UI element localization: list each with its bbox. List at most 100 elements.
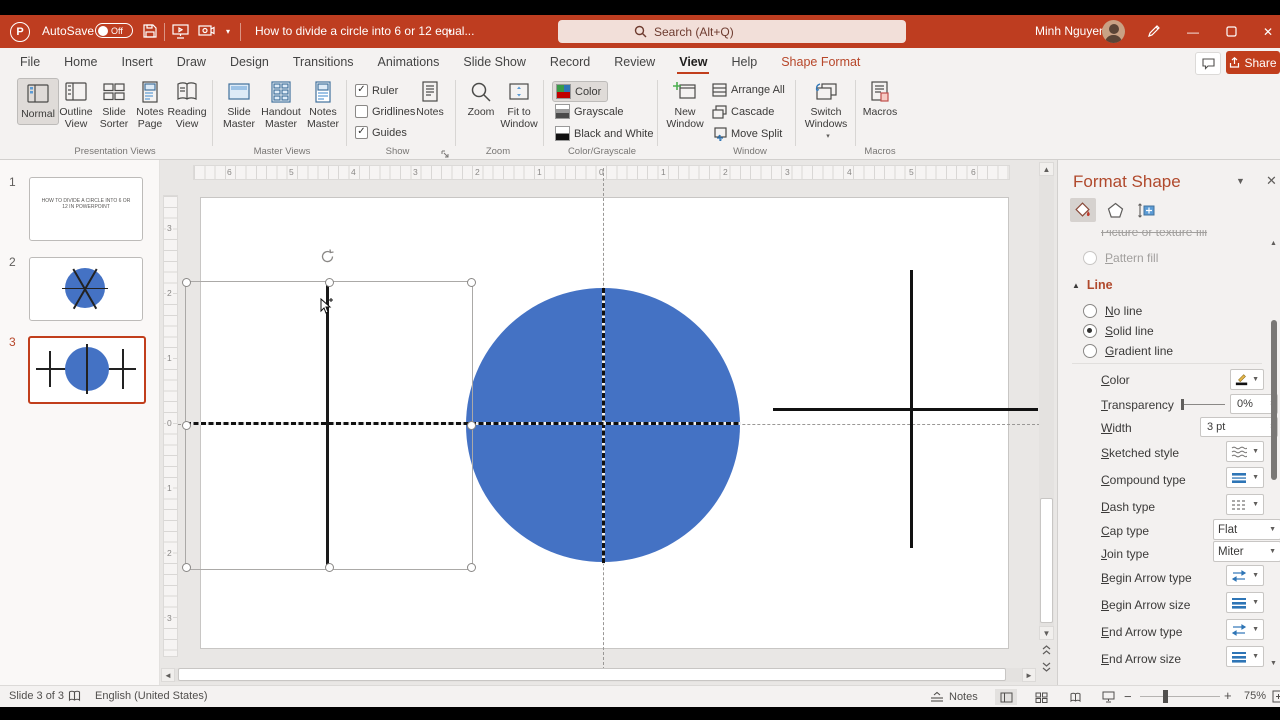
quick-access-caret-icon[interactable]: ▾ — [226, 27, 230, 36]
tab-help[interactable]: Help — [723, 49, 765, 75]
search-input[interactable]: Search (Alt+Q) — [558, 20, 906, 43]
close-button[interactable]: ✕ — [1253, 15, 1280, 48]
cap-type-dropdown[interactable]: Flat ▼ — [1213, 519, 1280, 540]
black-and-white-button[interactable]: Black and White — [555, 125, 653, 142]
resize-handle-top-left[interactable] — [182, 278, 191, 287]
comments-button[interactable] — [1195, 52, 1221, 75]
move-split-button[interactable]: Move Split — [712, 125, 782, 142]
tab-record[interactable]: Record — [542, 49, 598, 75]
record-icon[interactable] — [198, 23, 215, 42]
tab-view[interactable]: View — [671, 49, 715, 75]
slide-thumbnail-3[interactable] — [28, 336, 146, 404]
language-indicator[interactable]: English (United States) — [95, 690, 208, 702]
zoom-in-button[interactable]: + — [1224, 688, 1232, 703]
rotate-handle-icon[interactable] — [319, 248, 336, 270]
macros-button[interactable]: Macros — [860, 79, 900, 119]
transparency-slider-thumb[interactable] — [1181, 399, 1184, 410]
pattern-fill-radio[interactable]: Pattern fill — [1083, 248, 1158, 268]
resize-handle-top-center[interactable] — [325, 278, 334, 287]
pane-scrollbar-thumb[interactable] — [1271, 320, 1277, 480]
no-line-radio[interactable]: No line — [1083, 301, 1142, 321]
share-button[interactable]: Share — [1226, 51, 1280, 74]
horizontal-scrollbar-thumb[interactable] — [178, 668, 1006, 681]
vertical-scrollbar-thumb[interactable] — [1040, 498, 1053, 623]
line-section-header[interactable]: ▲ Line — [1072, 278, 1113, 292]
notes-master-button[interactable]: Notes Master — [303, 79, 343, 130]
title-caret-icon[interactable]: ▾ — [448, 27, 452, 36]
effects-tab[interactable] — [1102, 198, 1128, 222]
solid-line-radio[interactable]: Solid line — [1083, 321, 1154, 341]
scroll-down-button[interactable]: ▼ — [1039, 626, 1054, 640]
zoom-level[interactable]: 75% — [1244, 690, 1266, 702]
tab-review[interactable]: Review — [606, 49, 663, 75]
sketched-style-dropdown[interactable]: ▼ — [1226, 441, 1264, 462]
normal-view-button[interactable]: Normal — [17, 78, 59, 125]
slide-indicator[interactable]: Slide 3 of 3 — [9, 690, 64, 702]
right-cross-horizontal-line[interactable] — [773, 408, 1038, 411]
scroll-right-button[interactable]: ► — [1022, 668, 1036, 682]
tab-transitions[interactable]: Transitions — [285, 49, 362, 75]
zoom-button[interactable]: Zoom — [461, 79, 501, 119]
tab-draw[interactable]: Draw — [169, 49, 214, 75]
new-window-button[interactable]: New Window — [663, 79, 707, 130]
notes-toggle-button[interactable]: Notes — [930, 686, 978, 707]
next-slide-button[interactable] — [1039, 660, 1054, 674]
scroll-left-button[interactable]: ◄ — [161, 668, 175, 682]
selected-vertical-line[interactable] — [326, 283, 329, 567]
reading-view-button[interactable]: Reading View — [167, 79, 207, 130]
transparency-slider-track[interactable] — [1183, 404, 1225, 405]
powerpoint-logo-icon[interactable]: P — [10, 22, 30, 42]
guides-checkbox[interactable]: ✓ Guides — [355, 124, 407, 141]
user-name[interactable]: Minh Nguyen — [1035, 24, 1106, 38]
gridlines-checkbox[interactable]: Gridlines — [355, 103, 415, 120]
normal-view-status-button[interactable] — [995, 689, 1017, 705]
notes-page-button[interactable]: Notes Page — [130, 79, 170, 130]
ruler-checkbox[interactable]: ✓ Ruler — [355, 82, 398, 99]
slide-sorter-button[interactable]: Slide Sorter — [94, 79, 134, 130]
tab-home[interactable]: Home — [56, 49, 105, 75]
circle-vertical-division-line[interactable] — [602, 288, 605, 564]
end-arrow-size-dropdown[interactable]: ▼ — [1226, 646, 1264, 667]
begin-arrow-size-dropdown[interactable]: ▼ — [1226, 592, 1264, 613]
resize-handle-middle-right[interactable] — [467, 421, 476, 430]
resize-handle-bottom-right[interactable] — [467, 563, 476, 572]
end-arrow-type-dropdown[interactable]: ▼ — [1226, 619, 1264, 640]
resize-handle-bottom-left[interactable] — [182, 563, 191, 572]
tab-animations[interactable]: Animations — [370, 49, 448, 75]
fill-line-tab[interactable] — [1070, 198, 1096, 222]
start-slideshow-icon[interactable] — [172, 23, 189, 42]
tab-insert[interactable]: Insert — [114, 49, 161, 75]
begin-arrow-type-dropdown[interactable]: ▼ — [1226, 565, 1264, 586]
dash-type-dropdown[interactable]: ▼ — [1226, 494, 1264, 515]
slide-sorter-status-button[interactable] — [1030, 689, 1052, 705]
scroll-up-button[interactable]: ▲ — [1039, 162, 1054, 176]
slide-master-button[interactable]: Slide Master — [219, 79, 259, 130]
outline-view-button[interactable]: Outline View — [56, 79, 96, 130]
zoom-slider-track[interactable] — [1140, 696, 1220, 697]
tab-file[interactable]: File — [12, 49, 48, 75]
cascade-button[interactable]: Cascade — [712, 103, 774, 120]
resize-handle-bottom-center[interactable] — [325, 563, 334, 572]
resize-handle-middle-left[interactable] — [182, 421, 191, 430]
zoom-out-button[interactable]: − — [1124, 689, 1132, 704]
size-properties-tab[interactable] — [1134, 198, 1160, 222]
join-type-dropdown[interactable]: Miter ▼ — [1213, 541, 1280, 562]
maximize-button[interactable] — [1216, 15, 1246, 48]
width-spinner[interactable]: 3 pt ▲▼ — [1200, 417, 1278, 437]
gradient-line-radio[interactable]: Gradient line — [1083, 341, 1173, 361]
notes-ribbon-button[interactable]: Notes — [410, 79, 450, 119]
tab-design[interactable]: Design — [222, 49, 277, 75]
selection-bounding-box[interactable] — [182, 249, 476, 572]
avatar[interactable] — [1102, 20, 1125, 43]
tab-slide-show[interactable]: Slide Show — [455, 49, 534, 75]
zoom-slider-thumb[interactable] — [1163, 690, 1168, 703]
grayscale-button[interactable]: Grayscale — [555, 103, 624, 120]
arrange-all-button[interactable]: Arrange All — [712, 81, 785, 98]
fit-slide-to-window-icon[interactable] — [1272, 690, 1280, 706]
slide-thumbnail-2[interactable] — [29, 257, 143, 321]
document-title[interactable]: How to divide a circle into 6 or 12 equa… — [255, 24, 474, 38]
resize-handle-top-right[interactable] — [467, 278, 476, 287]
reading-view-status-button[interactable] — [1064, 689, 1086, 705]
minimize-button[interactable]: — — [1178, 15, 1208, 48]
switch-windows-button[interactable]: Switch Windows ▾ — [800, 79, 852, 143]
